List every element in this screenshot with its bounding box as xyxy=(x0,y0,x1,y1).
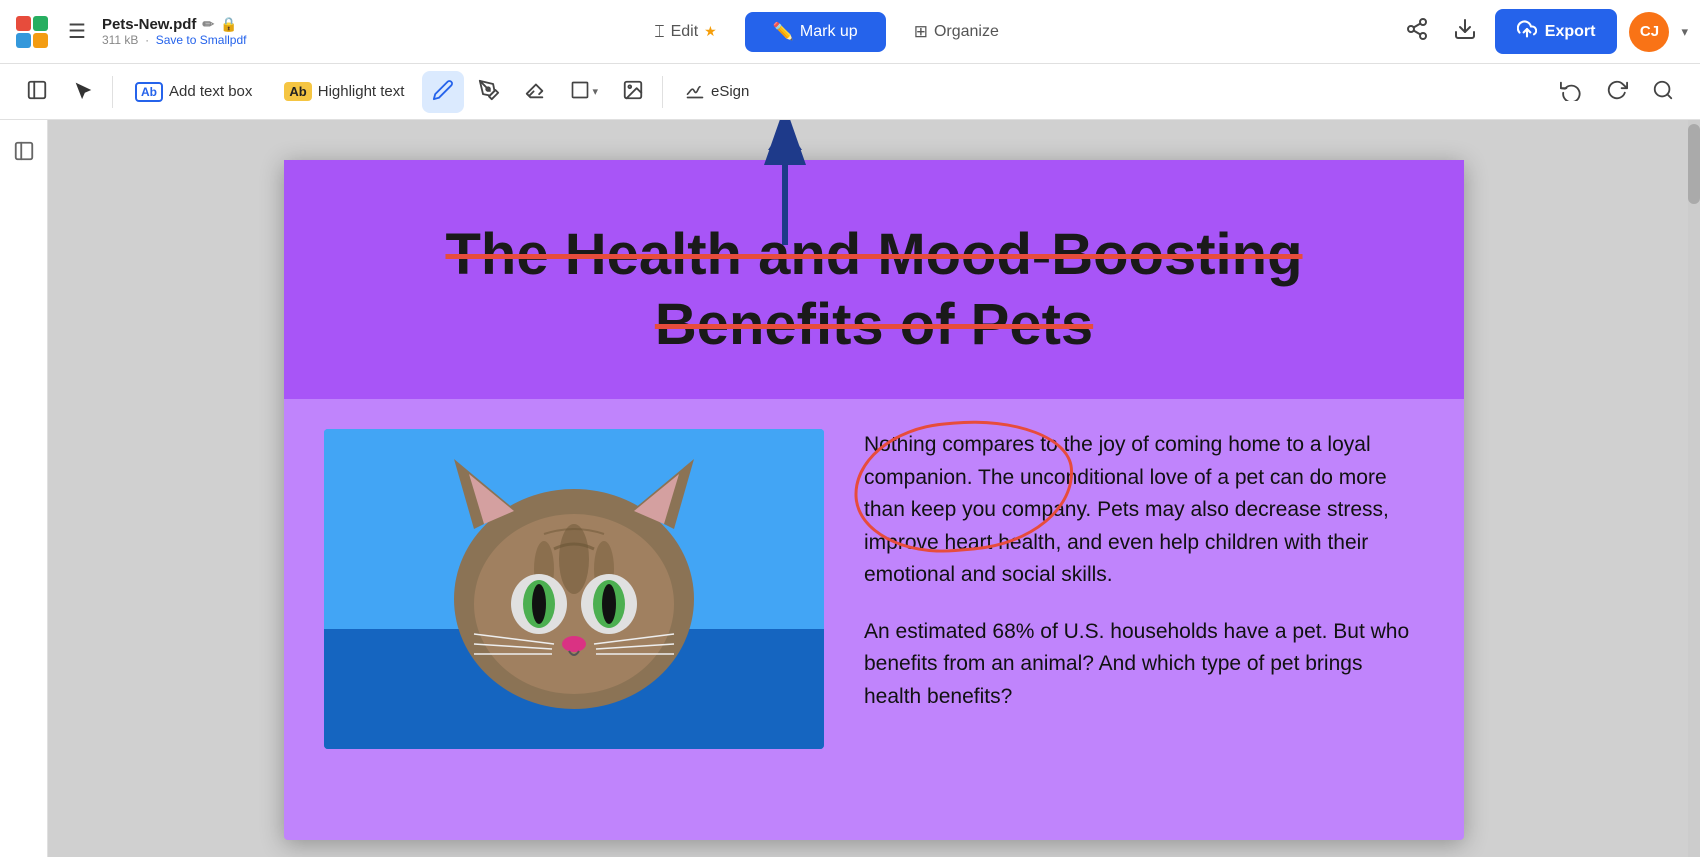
logo-q4 xyxy=(33,33,48,48)
nav-right: Export CJ ▾ xyxy=(1399,9,1688,54)
pdf-header: The Health and Mood-Boosting Benefits of… xyxy=(284,160,1464,399)
pdf-image xyxy=(324,429,824,749)
app-logo xyxy=(12,12,52,52)
avatar-chevron[interactable]: ▾ xyxy=(1681,24,1688,40)
nav-center: ⌶ Edit ★ ✏️ Mark up ⊞ Organize xyxy=(262,12,1390,52)
esign-button[interactable]: eSign xyxy=(671,72,763,112)
download-button[interactable] xyxy=(1447,11,1483,53)
canvas-area[interactable]: The Health and Mood-Boosting Benefits of… xyxy=(48,120,1700,857)
pdf-body: Nothing compares to the joy of coming ho… xyxy=(284,399,1464,789)
file-size: 311 kB xyxy=(102,33,138,47)
sidebar-icon-button[interactable] xyxy=(5,132,43,176)
sidebar-panel xyxy=(0,120,48,857)
search-icon xyxy=(1652,79,1674,105)
eraser-icon xyxy=(524,79,546,105)
pdf-title-line1: The Health and Mood-Boosting xyxy=(324,220,1424,290)
redo-button[interactable] xyxy=(1596,71,1638,113)
image-icon xyxy=(622,79,644,105)
pdf-title: The Health and Mood-Boosting Benefits of… xyxy=(324,220,1424,359)
pdf-paragraph-1-text: Nothing compares to the joy of coming ho… xyxy=(864,433,1389,586)
file-lock-icon: 🔒 xyxy=(220,16,237,33)
tab-organize[interactable]: ⊞ Organize xyxy=(886,12,1027,52)
shape-tool-button[interactable]: ▾ xyxy=(560,72,608,112)
search-button[interactable] xyxy=(1642,71,1684,113)
file-name-row: Pets-New.pdf ✏ 🔒 xyxy=(102,16,247,33)
file-name-text: Pets-New.pdf xyxy=(102,16,196,33)
top-bar: ☰ Pets-New.pdf ✏ 🔒 311 kB · Save to Smal… xyxy=(0,0,1700,64)
main-area: The Health and Mood-Boosting Benefits of… xyxy=(0,120,1700,857)
tab-edit[interactable]: ⌶ Edit ★ xyxy=(626,12,744,52)
sidebar-toggle-icon xyxy=(26,79,48,105)
scrollbar-thumb[interactable] xyxy=(1688,124,1700,204)
file-info: Pets-New.pdf ✏ 🔒 311 kB · Save to Smallp… xyxy=(102,16,247,47)
edit-icon: ⌶ xyxy=(654,22,664,42)
export-button[interactable]: Export xyxy=(1495,9,1618,54)
esign-icon xyxy=(685,80,705,104)
highlight-text-label: Highlight text xyxy=(318,83,405,100)
toolbar: Ab Add text box Ab Highlight text xyxy=(0,64,1700,120)
cat-svg xyxy=(324,429,824,749)
pdf-text-area: Nothing compares to the joy of coming ho… xyxy=(864,429,1424,749)
pen-tool-button[interactable] xyxy=(468,71,510,113)
share-icon xyxy=(1405,17,1429,47)
separator-2 xyxy=(662,76,663,108)
tab-markup[interactable]: ✏️ Mark up xyxy=(745,12,886,52)
pdf-paragraph-2: An estimated 68% of U.S. households have… xyxy=(864,616,1424,714)
scrollbar-track[interactable] xyxy=(1688,120,1700,857)
redo-icon xyxy=(1606,79,1628,105)
highlight-text-button[interactable]: Ab Highlight text xyxy=(270,74,418,109)
pdf-title-line2: Benefits of Pets xyxy=(324,290,1424,360)
image-tool-button[interactable] xyxy=(612,71,654,113)
logo-q2 xyxy=(33,16,48,31)
pen-icon xyxy=(478,79,500,105)
avatar[interactable]: CJ xyxy=(1629,12,1669,52)
sidebar-toggle-button[interactable] xyxy=(16,71,58,113)
hamburger-icon: ☰ xyxy=(68,19,86,44)
pencil-icon xyxy=(432,79,454,105)
avatar-initials: CJ xyxy=(1640,23,1659,40)
highlight-text-icon: Ab xyxy=(284,82,311,101)
pencil-tool-button[interactable] xyxy=(422,71,464,113)
tab-markup-label: Mark up xyxy=(800,23,858,41)
tab-edit-label: Edit xyxy=(671,23,699,41)
add-text-box-button[interactable]: Ab Add text box xyxy=(121,74,266,110)
file-edit-icon[interactable]: ✏ xyxy=(202,16,214,33)
cursor-tool-button[interactable] xyxy=(62,71,104,113)
esign-label: eSign xyxy=(711,83,749,100)
download-icon xyxy=(1453,17,1477,47)
hamburger-button[interactable]: ☰ xyxy=(60,11,94,52)
export-icon xyxy=(1517,19,1537,44)
markup-icon: ✏️ xyxy=(773,22,794,42)
organize-icon: ⊞ xyxy=(914,22,928,42)
undo-icon xyxy=(1560,79,1582,105)
cat-image-placeholder xyxy=(324,429,824,749)
add-text-box-label: Add text box xyxy=(169,83,252,100)
logo-q1 xyxy=(16,16,31,31)
tab-organize-label: Organize xyxy=(934,23,999,41)
shape-icon xyxy=(570,80,590,104)
separator-1 xyxy=(112,76,113,108)
pdf-page: The Health and Mood-Boosting Benefits of… xyxy=(284,160,1464,840)
pdf-paragraph-2-text: An estimated 68% of U.S. households have… xyxy=(864,620,1409,708)
add-text-box-icon: Ab xyxy=(135,82,163,102)
file-meta: 311 kB · Save to Smallpdf xyxy=(102,33,247,47)
undo-button[interactable] xyxy=(1550,71,1592,113)
pdf-paragraph-1: Nothing compares to the joy of coming ho… xyxy=(864,429,1424,592)
edit-star-icon: ★ xyxy=(704,23,717,40)
save-to-smallpdf-link[interactable]: Save to Smallpdf xyxy=(156,33,247,47)
share-button[interactable] xyxy=(1399,11,1435,53)
logo-q3 xyxy=(16,33,31,48)
export-label: Export xyxy=(1545,23,1596,41)
cursor-icon xyxy=(72,79,94,105)
shape-chevron-icon: ▾ xyxy=(592,85,598,98)
eraser-tool-button[interactable] xyxy=(514,71,556,113)
